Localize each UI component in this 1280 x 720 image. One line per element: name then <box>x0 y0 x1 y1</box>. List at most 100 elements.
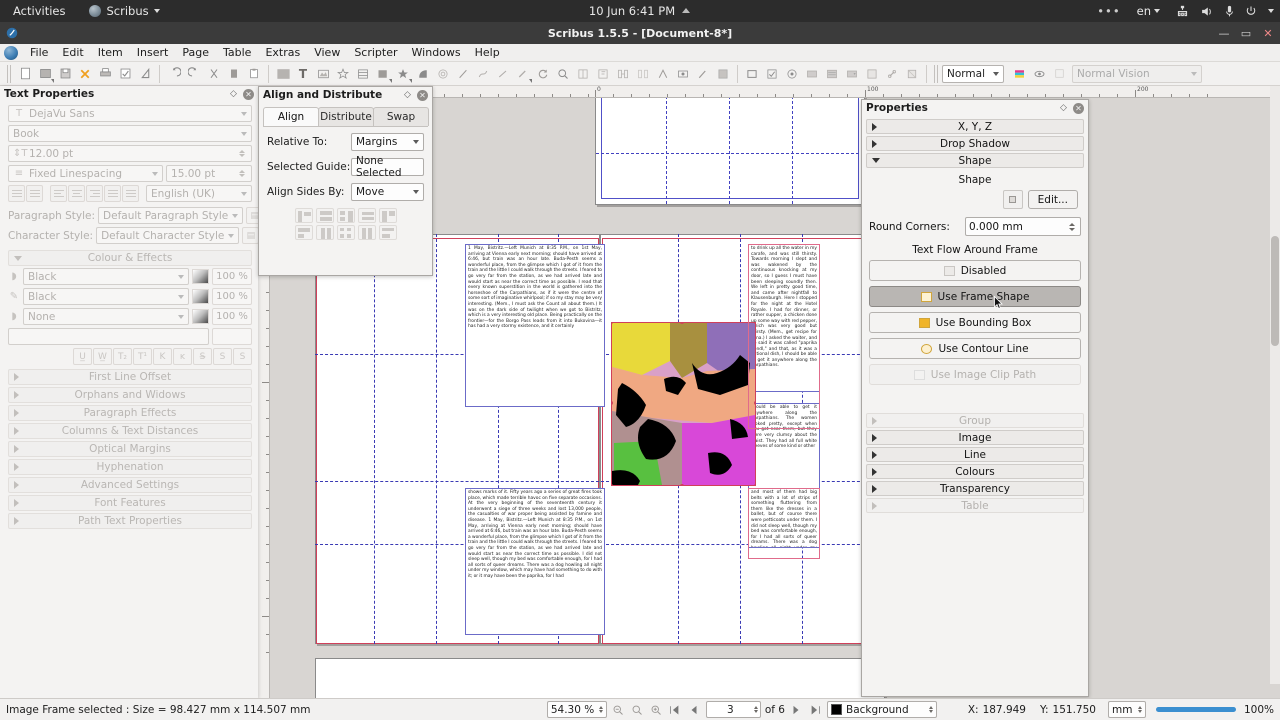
close-icon[interactable]: ✕ <box>243 88 254 100</box>
keyboard-layout-indicator[interactable]: en <box>1132 2 1165 20</box>
pdf-3d-annotation-icon[interactable] <box>902 64 922 84</box>
align-tops-icon[interactable] <box>294 225 313 240</box>
undo-icon[interactable] <box>164 64 184 84</box>
underline-icon[interactable]: U̲ <box>73 348 92 365</box>
next-page-icon[interactable] <box>789 702 804 717</box>
align-right-to-left-icon[interactable] <box>378 208 397 223</box>
menu-item-windows[interactable]: Windows <box>405 44 468 61</box>
align-centers-vertically-icon[interactable] <box>315 225 334 240</box>
font-size-input[interactable]: ⇕T 12.00 pt <box>8 145 252 162</box>
ltr-direction-icon[interactable] <box>8 185 25 202</box>
pdf-annotation-icon[interactable] <box>862 64 882 84</box>
pdf-list-box-icon[interactable] <box>822 64 842 84</box>
vertical-scrollbar[interactable] <box>1270 86 1280 684</box>
section-image[interactable]: Image <box>866 430 1084 445</box>
close-button[interactable]: ✕ <box>1262 28 1274 39</box>
spinner-icon[interactable] <box>236 170 247 177</box>
spinner-icon[interactable] <box>598 706 603 713</box>
insert-table-icon[interactable] <box>353 64 373 84</box>
pdf-text-field-icon[interactable] <box>802 64 822 84</box>
first-page-icon[interactable] <box>668 702 683 717</box>
align-left-icon[interactable] <box>50 185 67 202</box>
scribus-menu-icon[interactable] <box>4 45 18 60</box>
pdf-push-button-icon[interactable] <box>742 64 762 84</box>
all-caps-icon[interactable]: K <box>153 348 172 365</box>
colour-management-icon[interactable] <box>1009 64 1029 84</box>
page-below[interactable] <box>315 658 885 698</box>
subscript-icon[interactable]: T₂ <box>113 348 132 365</box>
font-style-select[interactable]: Book <box>8 125 252 142</box>
language-select[interactable]: English (UK) <box>146 185 252 202</box>
float-panel-icon[interactable]: ◇ <box>402 90 413 101</box>
linespacing-value-input[interactable]: 15.00 pt <box>166 165 252 182</box>
align-force-justify-icon[interactable] <box>122 185 139 202</box>
align-justify-icon[interactable] <box>104 185 121 202</box>
eye-dropper-icon[interactable] <box>693 64 713 84</box>
effects-extra-value[interactable] <box>212 328 252 345</box>
text-effect-buttons[interactable]: U̲ W̲ T₂ T¹ K ᴋ S̶ S S <box>8 348 252 365</box>
resize-handle-se[interactable] <box>754 484 755 485</box>
insert-calligraphic-line-icon[interactable] <box>513 64 533 84</box>
insert-render-frame-icon[interactable] <box>313 64 333 84</box>
insert-line-icon[interactable] <box>453 64 473 84</box>
view-mode-select[interactable]: Normal <box>942 64 1004 83</box>
insert-image-frame-icon[interactable] <box>273 64 293 84</box>
network-icon[interactable] <box>1176 5 1189 18</box>
background-shade-value[interactable]: 100 % <box>212 308 252 325</box>
insert-polygon-icon[interactable] <box>373 64 393 84</box>
zoom-icon[interactable] <box>553 64 573 84</box>
section-hyphenation[interactable]: Hyphenation <box>8 459 252 475</box>
align-right-sides-icon[interactable] <box>336 208 355 223</box>
section-orphans-widows[interactable]: Orphans and Widows <box>8 387 252 403</box>
export-pdf-icon[interactable] <box>135 64 155 84</box>
menu-item-file[interactable]: File <box>23 44 55 61</box>
text-flow-use-contour-line-button[interactable]: Use Contour Line <box>869 338 1081 359</box>
align-centers-horizontally-icon[interactable] <box>315 208 334 223</box>
vision-checkbox-icon[interactable] <box>1049 64 1069 84</box>
text-frame-left-top[interactable]: 1 May, Bistritz.—Left Munich at 8:35 P.M… <box>465 244 605 407</box>
section-drop-shadow[interactable]: Drop Shadow <box>866 136 1084 151</box>
text-flow-use-bounding-box-button[interactable]: Use Bounding Box <box>869 312 1081 333</box>
tab-align[interactable]: Align <box>263 107 319 126</box>
text-properties-titlebar[interactable]: Text Properties ◇ ✕ <box>0 86 258 102</box>
menu-item-scripter[interactable]: Scripter <box>347 44 404 61</box>
insert-star-icon[interactable] <box>393 64 413 84</box>
zoom-out-icon[interactable] <box>611 702 626 717</box>
align-left-to-right-icon[interactable] <box>357 208 376 223</box>
unlink-text-frames-icon[interactable] <box>633 64 653 84</box>
section-path-text-properties[interactable]: Path Text Properties <box>8 513 252 529</box>
small-caps-icon[interactable]: ᴋ <box>173 348 192 365</box>
close-document-icon[interactable] <box>75 64 95 84</box>
text-frame-left-bottom[interactable]: shows marks of it. Fifty years ago a ser… <box>465 488 605 635</box>
print-icon[interactable] <box>95 64 115 84</box>
previous-page-icon[interactable] <box>687 702 702 717</box>
resize-handle-s[interactable] <box>680 484 684 485</box>
spinner-icon[interactable] <box>753 706 758 713</box>
preview-mode-icon[interactable] <box>1029 64 1049 84</box>
tab-distribute[interactable]: Distribute <box>318 107 374 126</box>
fill-shade-value[interactable]: 100 % <box>212 268 252 285</box>
scrollbar-thumb[interactable] <box>1271 236 1279 346</box>
align-sides-by-select[interactable]: Move <box>351 183 424 201</box>
resize-handle-sw[interactable] <box>612 484 613 485</box>
section-line[interactable]: Line <box>866 447 1084 462</box>
character-style-select[interactable]: Default Character Style <box>96 227 240 244</box>
insert-text-frame-icon[interactable]: T <box>293 64 313 84</box>
close-icon[interactable]: ✕ <box>417 89 428 101</box>
paste-icon[interactable] <box>244 64 264 84</box>
background-colour-select[interactable]: None <box>23 308 189 325</box>
effects-extra-field[interactable] <box>8 328 209 345</box>
pdf-combo-box-icon[interactable] <box>842 64 862 84</box>
close-icon[interactable]: ✕ <box>1073 102 1084 114</box>
align-right-icon[interactable] <box>86 185 103 202</box>
align-bottoms-icon[interactable] <box>336 225 355 240</box>
measurements-icon[interactable] <box>653 64 673 84</box>
selected-guide-field[interactable]: None Selected <box>351 155 424 179</box>
menu-item-view[interactable]: View <box>307 44 347 61</box>
float-panel-icon[interactable]: ◇ <box>1058 103 1069 114</box>
linespacing-mode-select[interactable]: ≡ Fixed Linespacing <box>8 165 164 182</box>
dots-icon[interactable]: ••• <box>1097 4 1120 18</box>
font-family-select[interactable]: T DejaVu Sans <box>8 105 252 122</box>
text-flow-use-frame-shape-button[interactable]: Use Frame Shape <box>869 286 1081 309</box>
stroke-colour-swatch[interactable] <box>192 289 209 304</box>
